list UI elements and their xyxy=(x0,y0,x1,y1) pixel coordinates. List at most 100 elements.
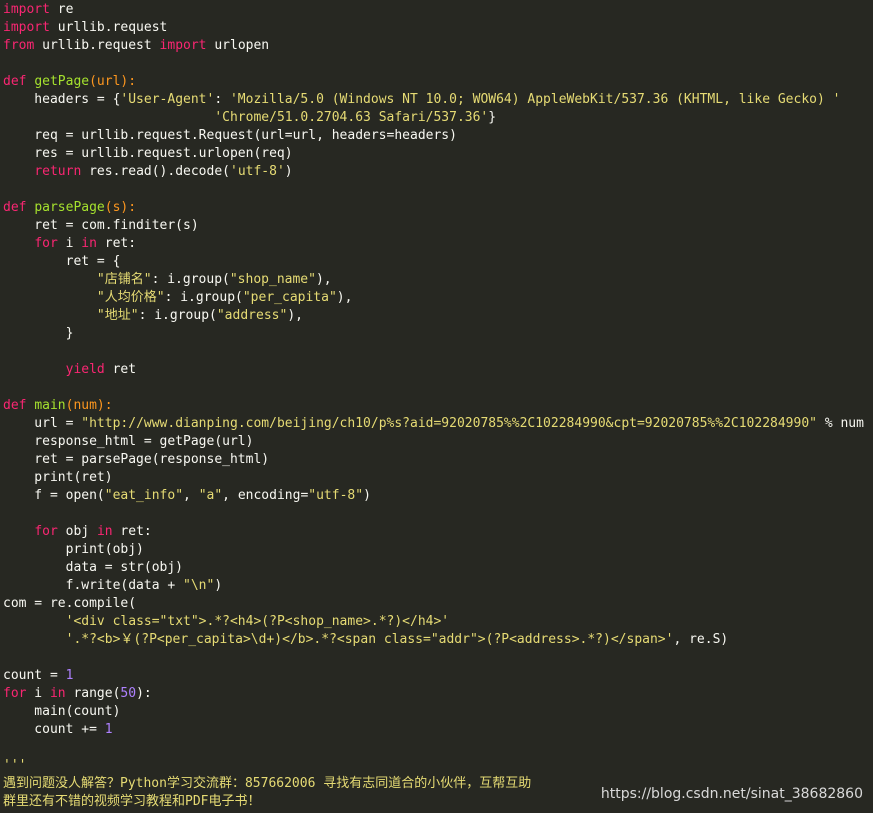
code-line: 遇到问题没人解答？Python学习交流群：857662006 寻找有志同道合的小… xyxy=(3,775,531,793)
code-line: "店铺名": i.group("shop_name"), xyxy=(3,271,332,289)
code-line: 群里还有不错的视频学习教程和PDF电子书！ xyxy=(3,793,260,811)
code-token: ) xyxy=(363,488,371,503)
code-line: from urllib.request import urlopen xyxy=(3,37,269,55)
code-token: 1 xyxy=(104,722,113,737)
code-token: getPage xyxy=(34,74,90,89)
code-token: : i.group( xyxy=(138,308,217,323)
code-token: 'User-Agent' xyxy=(120,92,215,107)
code-token: 50 xyxy=(120,686,137,701)
code-line: import urllib.request xyxy=(3,19,167,37)
code-line: "地址": i.group("address"), xyxy=(3,307,303,325)
code-line: response_html = getPage(url) xyxy=(3,433,253,451)
code-token: print(obj) xyxy=(3,542,144,557)
code-token: ), xyxy=(315,272,332,287)
code-token: res = urllib.request.urlopen(req) xyxy=(3,146,293,161)
code-line: for i in ret: xyxy=(3,235,136,253)
code-token: (s): xyxy=(104,200,137,215)
code-line: def main(num): xyxy=(3,397,113,415)
code-token: f.write(data + xyxy=(3,578,184,593)
code-line: print(obj) xyxy=(3,541,144,559)
code-token: 群里还有不错的视频学习教程和PDF电子书！ xyxy=(3,794,261,809)
code-line: } xyxy=(3,325,74,343)
code-line: f = open("eat_info", "a", encoding="utf-… xyxy=(3,487,371,505)
code-token: ret xyxy=(104,362,137,377)
code-line: ''' xyxy=(3,757,26,775)
code-token: '.*?<b>￥(?P<per_capita>\d+)</b>.*?<span … xyxy=(65,632,674,647)
code-token: import xyxy=(3,2,50,17)
code-token: urllib.request xyxy=(34,38,160,53)
code-token: def xyxy=(3,398,27,413)
code-token: (url): xyxy=(89,74,137,89)
code-token: "地址" xyxy=(96,308,139,323)
code-token: } xyxy=(3,326,74,341)
code-token: yield xyxy=(65,362,105,377)
code-token: : xyxy=(214,92,230,107)
code-line: '<div class="txt">.*?<h4>(?P<shop_name>.… xyxy=(3,613,450,631)
code-token: ) xyxy=(214,578,223,593)
code-token: "per_capita" xyxy=(242,290,337,305)
code-token: range( xyxy=(65,686,121,701)
code-line: yield ret xyxy=(3,361,136,379)
code-line: com = re.compile( xyxy=(3,595,136,613)
code-editor[interactable]: import re import urllib.request from urlli… xyxy=(0,0,873,813)
code-token: import xyxy=(3,20,50,35)
code-token: ret = { xyxy=(3,254,121,269)
code-token: in xyxy=(49,686,66,701)
code-token: urllib.request xyxy=(49,20,168,35)
code-token: } xyxy=(488,110,497,125)
code-token: from xyxy=(3,38,35,53)
code-token: count = xyxy=(3,668,66,683)
code-line: def getPage(url): xyxy=(3,73,136,91)
code-token: ret: xyxy=(96,236,137,251)
code-token: ''' xyxy=(3,758,27,773)
code-token: ), xyxy=(336,290,353,305)
code-line: for i in range(50): xyxy=(3,685,152,703)
code-token: : i.group( xyxy=(164,290,243,305)
code-token: : i.group( xyxy=(151,272,230,287)
code-token: req = urllib.request.Request(url=url, he… xyxy=(3,128,457,143)
code-token: , encoding= xyxy=(222,488,309,503)
code-token: ret = com.finditer(s) xyxy=(3,218,199,233)
code-token: "a" xyxy=(198,488,223,503)
code-token: ret: xyxy=(112,524,152,539)
code-token: "店铺名" xyxy=(96,272,152,287)
code-token: f = open( xyxy=(3,488,105,503)
code-token: 'Mozilla/5.0 (Windows NT 10.0; WOW64) Ap… xyxy=(229,92,841,107)
code-line: main(count) xyxy=(3,703,120,721)
code-line: return res.read().decode('utf-8') xyxy=(3,163,293,181)
code-token: import xyxy=(159,38,207,53)
code-line: count += 1 xyxy=(3,721,113,739)
code-token: main(count) xyxy=(3,704,121,719)
code-line: req = urllib.request.Request(url=url, he… xyxy=(3,127,457,145)
code-token: res.read().decode( xyxy=(81,164,230,179)
code-token: def xyxy=(3,200,27,215)
code-line: ret = { xyxy=(3,253,121,271)
code-token: "人均价格" xyxy=(96,290,165,305)
code-token: 1 xyxy=(65,668,74,683)
code-line: print(ret) xyxy=(3,469,112,487)
code-token: % num xyxy=(817,416,864,431)
code-line: ret = com.finditer(s) xyxy=(3,217,199,235)
code-token: urlopen xyxy=(206,38,270,53)
code-token: parsePage xyxy=(34,200,105,215)
code-token: ), xyxy=(287,308,303,323)
code-token: re xyxy=(49,2,74,17)
code-line: "人均价格": i.group("per_capita"), xyxy=(3,289,353,307)
code-token: "eat_info" xyxy=(104,488,184,503)
code-token: 遇到问题没人解答？Python学习交流群：857662006 寻找有志同道合的小… xyxy=(3,776,532,791)
code-token: ret = parsePage(response_html) xyxy=(3,452,270,467)
code-line: 'Chrome/51.0.2704.63 Safari/537.36'} xyxy=(3,109,496,127)
code-token: for xyxy=(3,686,27,701)
code-token: (num): xyxy=(65,398,113,413)
code-token: "shop_name" xyxy=(229,272,316,287)
code-token: ) xyxy=(284,164,293,179)
code-token: for xyxy=(34,524,58,539)
